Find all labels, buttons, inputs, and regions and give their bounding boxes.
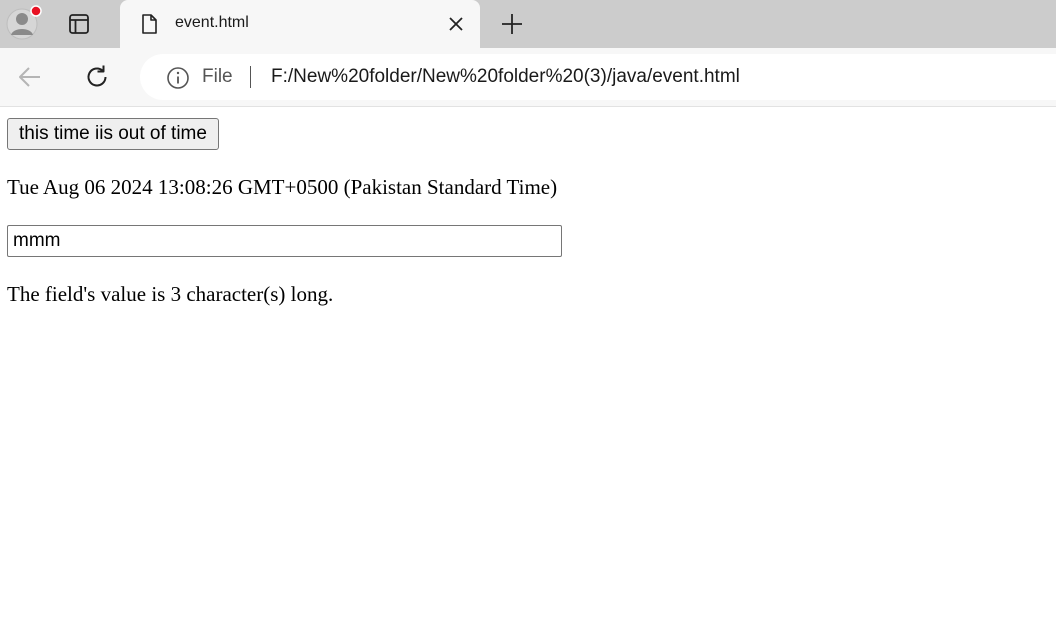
plus-icon xyxy=(502,14,522,34)
site-info-label[interactable]: File xyxy=(202,66,233,88)
page-content: this time iis out of time Tue Aug 06 202… xyxy=(0,107,1056,639)
browser-window: event.html File F:/New%20folder/New%20fo… xyxy=(0,0,1056,639)
length-message: The field's value is 3 character(s) long… xyxy=(7,282,334,306)
tab-actions-icon xyxy=(69,14,89,34)
close-icon xyxy=(449,17,463,31)
text-input[interactable] xyxy=(7,225,562,257)
navigation-toolbar: File F:/New%20folder/New%20folder%20(3)/… xyxy=(0,48,1056,107)
tab-event-html[interactable]: event.html xyxy=(120,0,480,48)
reload-icon xyxy=(87,65,107,87)
close-tab-button[interactable] xyxy=(444,12,468,36)
back-arrow-icon xyxy=(19,67,40,87)
url-text[interactable]: F:/New%20folder/New%20folder%20(3)/java/… xyxy=(271,66,740,88)
tab-strip: event.html xyxy=(0,0,1056,48)
reload-button[interactable] xyxy=(81,61,113,93)
date-text: Tue Aug 06 2024 13:08:26 GMT+0500 (Pakis… xyxy=(7,175,558,199)
profile-button[interactable] xyxy=(4,5,42,43)
address-bar[interactable]: File F:/New%20folder/New%20folder%20(3)/… xyxy=(140,54,1056,100)
tab-title: event.html xyxy=(175,14,249,31)
info-icon[interactable] xyxy=(166,66,190,90)
document-icon xyxy=(142,14,157,34)
profile-avatar-icon xyxy=(6,5,42,40)
tab-actions-button[interactable] xyxy=(60,5,98,43)
time-button[interactable]: this time iis out of time xyxy=(7,118,219,150)
back-button[interactable] xyxy=(14,61,46,93)
new-tab-button[interactable] xyxy=(496,8,528,40)
address-divider xyxy=(250,66,251,88)
